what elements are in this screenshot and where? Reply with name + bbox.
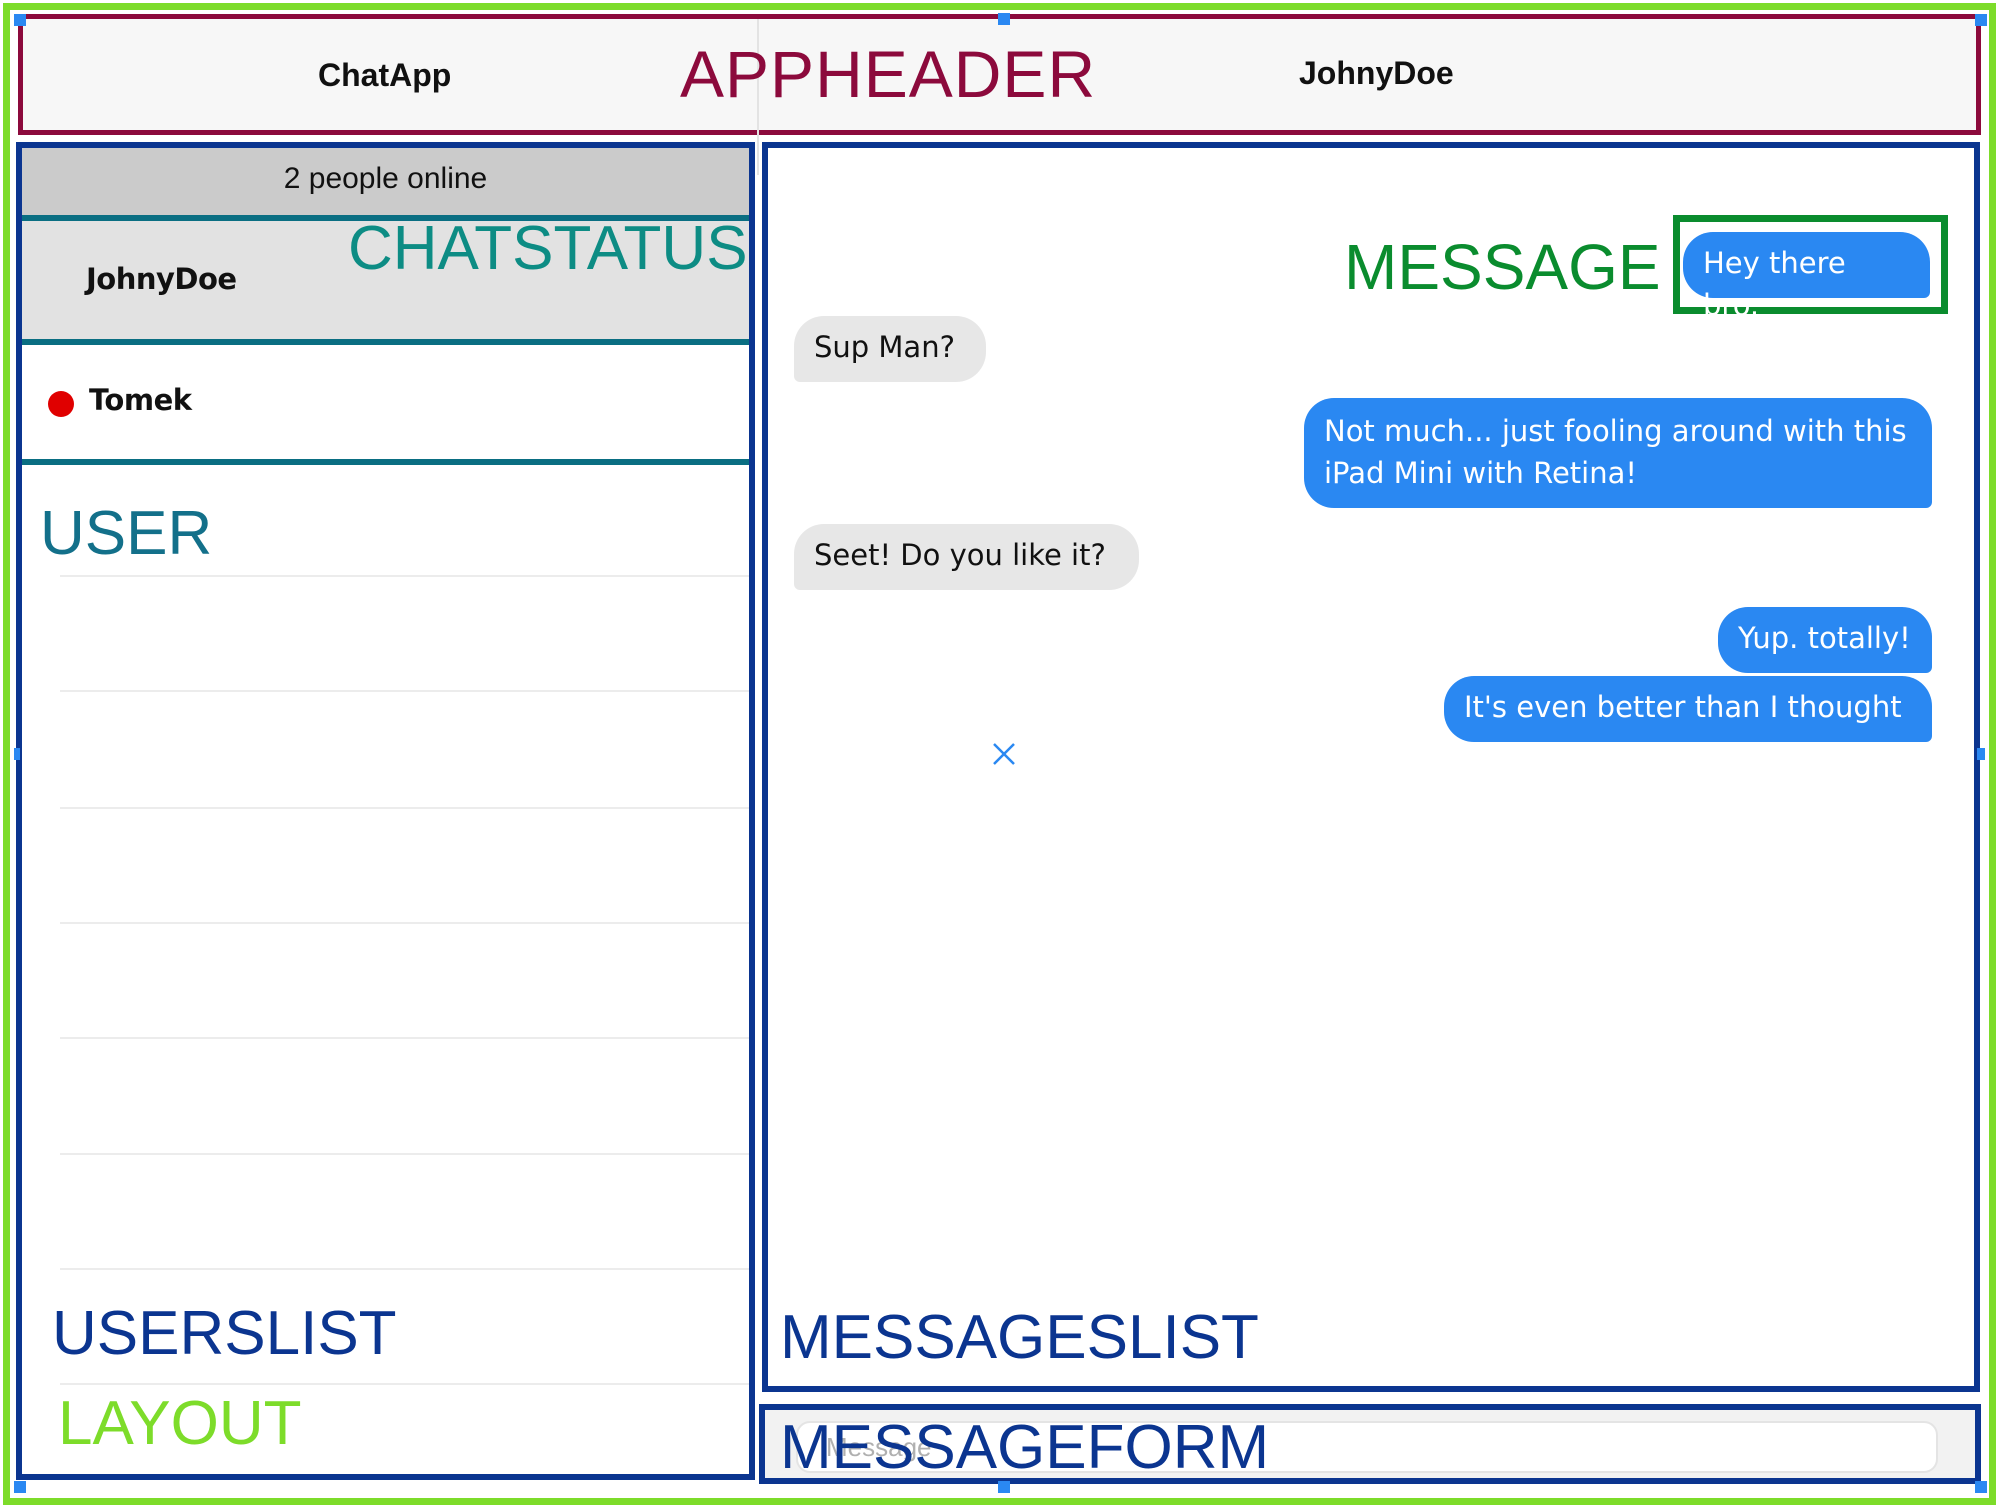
selection-handle[interactable] [998,13,1010,25]
selection-handle[interactable] [14,14,26,26]
message-bubble-incoming: Seet! Do you like it? [794,524,1139,590]
list-separator [60,690,749,692]
message-bubble-incoming: Sup Man? [794,316,986,382]
chatstatus-annotation-label: CHATSTATUS [348,214,748,283]
selection-handle[interactable] [1977,748,1985,760]
selection-handle[interactable] [1975,1481,1987,1493]
online-count: 2 people online [283,162,488,195]
message-bubble-outgoing: Yup. totally! [1718,607,1932,673]
list-separator [60,922,749,924]
list-separator [60,1153,749,1155]
selection-handle[interactable] [14,1481,26,1493]
userslist-annotation-label: USERSLIST [52,1299,397,1368]
user-annotation-label: USER [40,499,213,568]
message-bubble-outgoing: It's even better than I thought [1444,676,1932,742]
selection-handle[interactable] [14,748,20,760]
list-separator [60,575,749,577]
user-row-border [22,459,749,465]
close-icon[interactable] [990,740,1018,768]
list-separator [60,1383,749,1385]
list-separator [60,1037,749,1039]
selection-handle[interactable] [998,1481,1010,1493]
list-separator [60,807,749,809]
user-name: JohnyDoe [86,262,237,296]
message-annotation-label: MESSAGE [1344,231,1661,303]
user-name: Tomek [89,383,192,417]
layout-annotation-label: LAYOUT [58,1389,302,1458]
message-bubble-outgoing: Not much... just fooling around with thi… [1304,398,1932,508]
message-bubble-outgoing: Hey there bro. [1683,232,1930,322]
messageform-annotation-label: MESSAGEFORM [780,1413,1270,1482]
status-dot-icon [48,391,74,417]
messageslist-annotation-label: MESSAGESLIST [780,1303,1259,1372]
header-username: JohnyDoe [1299,55,1454,91]
appheader-annotation-label: APPHEADER [680,37,1097,111]
app-title: ChatApp [318,57,452,93]
selection-handle[interactable] [1975,14,1987,26]
list-separator [60,1268,749,1270]
